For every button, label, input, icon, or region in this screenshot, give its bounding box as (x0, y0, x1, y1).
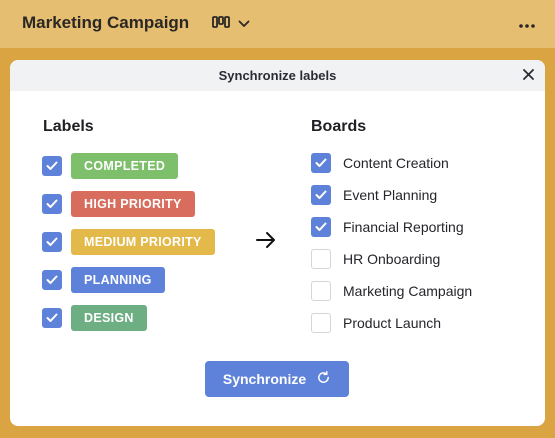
board-view-icon (212, 15, 230, 34)
label-tag: MEDIUM PRIORITY (71, 229, 215, 255)
arrow-right-icon (254, 228, 278, 252)
board-row[interactable]: Product Launch (311, 312, 441, 334)
label-tag: DESIGN (71, 305, 147, 331)
board-checkbox[interactable] (311, 217, 331, 237)
labels-heading: Labels (43, 118, 94, 135)
synchronize-button[interactable]: Synchronize (205, 361, 349, 397)
board-name: HR Onboarding (343, 251, 441, 267)
label-tag: COMPLETED (71, 153, 179, 179)
label-row[interactable]: MEDIUM PRIORITY (42, 229, 215, 255)
board-row[interactable]: HR Onboarding (311, 248, 440, 270)
refresh-icon (316, 370, 331, 388)
label-row[interactable]: PLANNING (42, 267, 165, 293)
label-tag: HIGH PRIORITY (71, 191, 195, 217)
more-dots-icon (519, 15, 535, 33)
close-icon (522, 67, 534, 85)
board-name: Financial Reporting (343, 219, 464, 235)
board-name: Content Creation (343, 155, 449, 171)
label-row[interactable]: HIGH PRIORITY (42, 191, 195, 217)
board-header: Marketing Campaign (0, 0, 555, 48)
board-name: Marketing Campaign (343, 283, 473, 299)
board-view-switcher[interactable] (212, 13, 250, 35)
label-checkbox[interactable] (42, 232, 62, 252)
dialog-header: Synchronize labels (10, 60, 545, 91)
board-row[interactable]: Marketing Campaign (311, 280, 472, 302)
label-tag: PLANNING (71, 267, 165, 293)
dialog-title: Synchronize labels (218, 68, 337, 83)
board-checkbox[interactable] (311, 313, 331, 333)
board-name: Product Launch (343, 315, 442, 331)
label-checkbox[interactable] (42, 194, 62, 214)
chevron-down-icon (238, 15, 250, 33)
boards-heading: Boards (311, 118, 367, 135)
board-name: Event Planning (343, 187, 438, 203)
board-row[interactable]: Financial Reporting (311, 216, 464, 238)
board-checkbox[interactable] (311, 153, 331, 173)
board-row[interactable]: Event Planning (311, 184, 437, 206)
close-button[interactable] (519, 67, 537, 85)
board-row[interactable]: Content Creation (311, 152, 449, 174)
board-checkbox[interactable] (311, 249, 331, 269)
label-row[interactable]: COMPLETED (42, 153, 179, 179)
label-checkbox[interactable] (42, 270, 62, 290)
label-row[interactable]: DESIGN (42, 305, 147, 331)
label-checkbox[interactable] (42, 156, 62, 176)
synchronize-labels-dialog: Synchronize labels Labels Boards COMPLET… (10, 60, 545, 426)
board-title[interactable]: Marketing Campaign (22, 13, 189, 33)
label-checkbox[interactable] (42, 308, 62, 328)
board-checkbox[interactable] (311, 281, 331, 301)
synchronize-button-label: Synchronize (222, 371, 307, 387)
board-checkbox[interactable] (311, 185, 331, 205)
more-options-button[interactable] (515, 12, 539, 36)
